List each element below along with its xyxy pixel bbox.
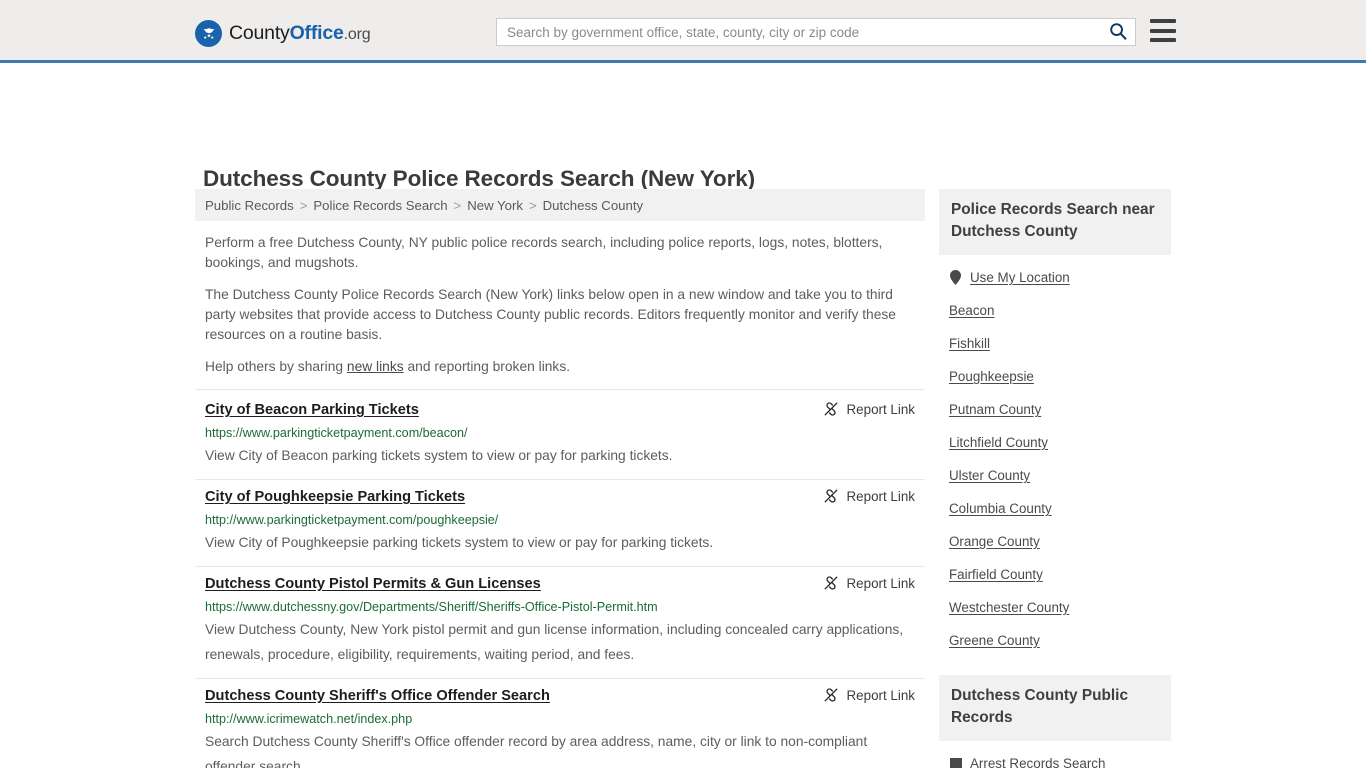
sidebar-item-use-my-location[interactable]: Use My Location <box>939 261 1171 294</box>
sidebar-item-ulster-county[interactable]: Ulster County <box>939 459 1171 492</box>
sidebar-nearby-heading: Police Records Search near Dutchess Coun… <box>939 189 1171 255</box>
result-description: View Dutchess County, New York pistol pe… <box>205 622 904 662</box>
report-link-label: Report Link <box>846 575 915 591</box>
result-title-link[interactable]: City of Poughkeepsie Parking Tickets <box>205 487 465 507</box>
sidebar-item-orange-county[interactable]: Orange County <box>939 525 1171 558</box>
result-url[interactable]: https://www.dutchessny.gov/Departments/S… <box>205 599 925 615</box>
brand-part-county: County <box>229 21 290 44</box>
result-description: View City of Beacon parking tickets syst… <box>205 448 673 463</box>
result-header: Dutchess County Sheriff's Office Offende… <box>205 686 925 706</box>
result-title-link[interactable]: City of Beacon Parking Tickets <box>205 400 419 420</box>
sidebar-item-label: Arrest Records Search <box>970 756 1106 768</box>
sidebar-item-beacon[interactable]: Beacon <box>939 294 1171 327</box>
sidebar: Police Records Search near Dutchess Coun… <box>939 189 1171 768</box>
breadcrumb: Public Records > Police Records Search >… <box>195 189 925 221</box>
results-list: City of Beacon Parking Tickets Report Li… <box>195 389 925 768</box>
result-description: View City of Poughkeepsie parking ticket… <box>205 535 714 550</box>
hamburger-bar-3 <box>1150 38 1176 42</box>
intro-p3-after: and reporting broken links. <box>403 359 571 374</box>
sidebar-item-label: Greene County <box>949 633 1040 648</box>
result-header: Dutchess County Pistol Permits & Gun Lic… <box>205 574 925 594</box>
site-logo[interactable]: CountyOffice.org <box>195 20 371 47</box>
brand-part-office: Office <box>289 21 344 44</box>
result-title-link[interactable]: Dutchess County Pistol Permits & Gun Lic… <box>205 574 541 594</box>
site-header: CountyOffice.org <box>0 0 1366 63</box>
sidebar-item-litchfield-county[interactable]: Litchfield County <box>939 426 1171 459</box>
breadcrumb-separator: > <box>299 197 308 213</box>
breadcrumb-separator: > <box>528 197 537 213</box>
breadcrumb-item-current: Dutchess County <box>542 197 644 213</box>
sidebar-item-fairfield-county[interactable]: Fairfield County <box>939 558 1171 591</box>
breadcrumb-item-2[interactable]: New York <box>467 198 523 213</box>
document-square-icon <box>949 756 962 768</box>
sidebar-item-label: Use My Location <box>970 270 1070 285</box>
sidebar-item-label: Fairfield County <box>949 567 1043 582</box>
result-item: City of Beacon Parking Tickets Report Li… <box>195 389 925 480</box>
brand-part-tld: .org <box>343 25 371 43</box>
intro-paragraph-3: Help others by sharing new links and rep… <box>195 357 925 377</box>
sidebar-nearby-list: Use My Location Beacon Fishkill Poughkee… <box>939 255 1171 661</box>
hamburger-bar-1 <box>1150 19 1176 23</box>
breadcrumb-item-1[interactable]: Police Records Search <box>313 198 447 213</box>
search-icon <box>1109 22 1127 43</box>
sidebar-item-label: Beacon <box>949 303 995 318</box>
sidebar-item-fishkill[interactable]: Fishkill <box>939 327 1171 360</box>
sidebar-item-westchester-county[interactable]: Westchester County <box>939 591 1171 624</box>
sidebar-item-label: Fishkill <box>949 336 990 351</box>
brand-wordmark: CountyOffice.org <box>229 21 371 44</box>
sidebar-item-poughkeepsie[interactable]: Poughkeepsie <box>939 360 1171 393</box>
main-content-column: Public Records > Police Records Search >… <box>195 189 925 768</box>
report-link-button[interactable]: Report Link <box>823 488 925 504</box>
sidebar-item-label: Columbia County <box>949 501 1052 516</box>
breadcrumb-separator: > <box>453 197 462 213</box>
result-item: Dutchess County Sheriff's Office Offende… <box>195 679 925 768</box>
result-item: City of Poughkeepsie Parking Tickets Rep… <box>195 480 925 567</box>
intro-paragraph-2: The Dutchess County Police Records Searc… <box>205 287 896 342</box>
sidebar-item-label: Westchester County <box>949 600 1070 615</box>
sidebar-public-records-heading: Dutchess County Public Records <box>939 675 1171 741</box>
result-url[interactable]: http://www.parkingticketpayment.com/poug… <box>205 512 925 528</box>
map-pin-icon <box>949 270 962 285</box>
sidebar-item-label: Litchfield County <box>949 435 1048 450</box>
report-link-label: Report Link <box>846 687 915 703</box>
result-url[interactable]: http://www.icrimewatch.net/index.php <box>205 711 925 727</box>
sidebar-public-records-section: Dutchess County Public Records Arrest Re… <box>939 675 1171 768</box>
report-link-button[interactable]: Report Link <box>823 575 925 591</box>
result-header: City of Beacon Parking Tickets Report Li… <box>205 400 925 420</box>
broken-link-icon <box>823 488 839 504</box>
eagle-seal-icon <box>195 20 222 47</box>
hamburger-menu-icon[interactable] <box>1150 19 1176 42</box>
sidebar-item-arrest-records-search[interactable]: Arrest Records Search <box>939 747 1171 768</box>
result-header: City of Poughkeepsie Parking Tickets Rep… <box>205 487 925 507</box>
intro-paragraph-1: Perform a free Dutchess County, NY publi… <box>205 235 883 270</box>
search-input[interactable] <box>497 19 1101 45</box>
result-title-link[interactable]: Dutchess County Sheriff's Office Offende… <box>205 686 550 706</box>
intro-section: Perform a free Dutchess County, NY publi… <box>195 221 925 377</box>
sidebar-item-columbia-county[interactable]: Columbia County <box>939 492 1171 525</box>
sidebar-item-putnam-county[interactable]: Putnam County <box>939 393 1171 426</box>
sidebar-item-label: Orange County <box>949 534 1040 549</box>
sidebar-item-greene-county[interactable]: Greene County <box>939 624 1171 657</box>
sidebar-item-label: Putnam County <box>949 402 1042 417</box>
search-button[interactable] <box>1101 19 1135 45</box>
sidebar-public-records-list: Arrest Records Search Court Records Sear… <box>939 741 1171 768</box>
search-bar <box>496 18 1136 46</box>
broken-link-icon <box>823 575 839 591</box>
report-link-button[interactable]: Report Link <box>823 687 925 703</box>
new-links-link[interactable]: new links <box>347 359 404 374</box>
report-link-label: Report Link <box>846 488 915 504</box>
hamburger-bar-2 <box>1150 28 1176 33</box>
report-link-label: Report Link <box>846 401 915 417</box>
broken-link-icon <box>823 401 839 417</box>
broken-link-icon <box>823 687 839 703</box>
report-link-button[interactable]: Report Link <box>823 401 925 417</box>
sidebar-item-label: Poughkeepsie <box>949 369 1034 384</box>
result-description: Search Dutchess County Sheriff's Office … <box>205 734 868 768</box>
result-item: Dutchess County Pistol Permits & Gun Lic… <box>195 567 925 679</box>
result-url[interactable]: https://www.parkingticketpayment.com/bea… <box>205 425 925 441</box>
breadcrumb-item-0[interactable]: Public Records <box>205 198 294 213</box>
sidebar-item-label: Ulster County <box>949 468 1031 483</box>
intro-p3-before: Help others by sharing <box>205 359 347 374</box>
